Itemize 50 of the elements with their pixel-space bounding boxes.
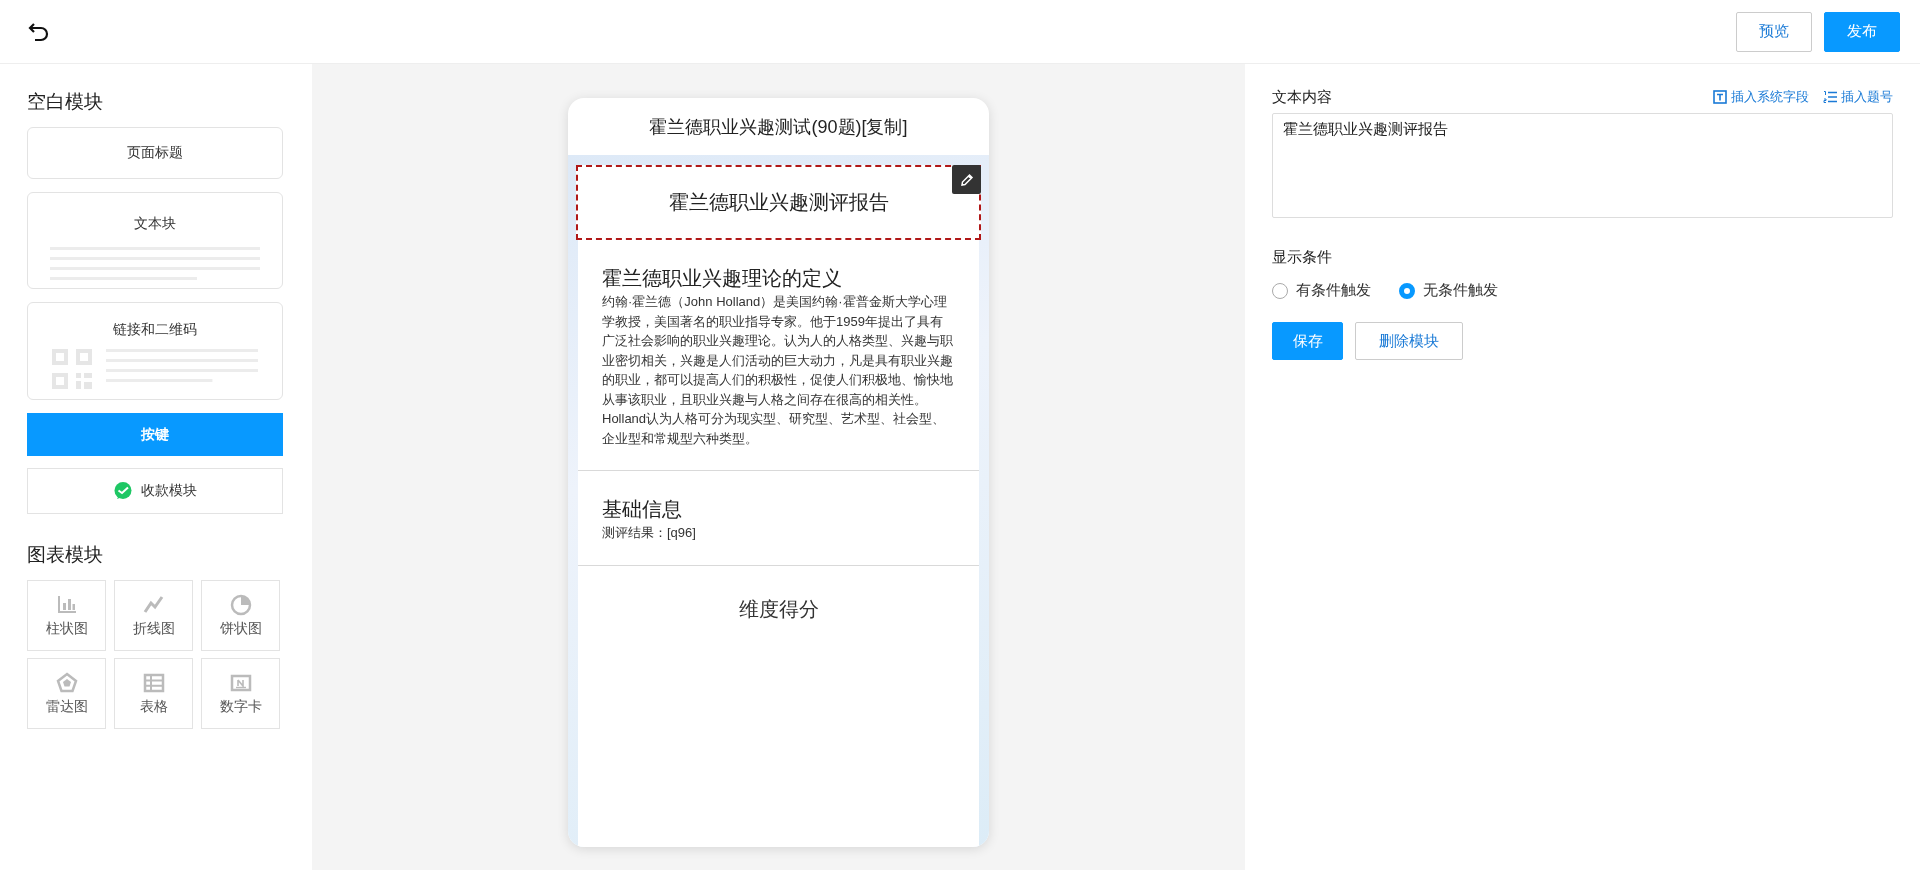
chart-title: 维度得分 (738, 596, 819, 622)
qr-code-icon (52, 349, 92, 389)
module-label: 文本块 (134, 215, 176, 233)
table-icon (141, 671, 166, 695)
preview-title: 霍兰德职业兴趣测试(90题)[复制] (648, 115, 909, 139)
tile-label: 雷达图 (45, 698, 88, 716)
payment-module[interactable]: 收款模块 (27, 468, 283, 514)
back-icon[interactable] (28, 20, 50, 43)
block-body: 约翰·霍兰德（John Holland）是美国约翰·霍普金斯大学心理学教授，美国著名的职业指导专家。他于1959年提出了具有广泛社会影响的职业兴趣理论。认为人的人格类型、兴趣与职业密切相关，兴趣是人们活动的巨大动力，凡是具有职业兴趣的职业，都可以提高人们的积极性，促使人们积极地、愉快地从事该职业，且职业兴趣与人格之间存在很高的相关性。Holland认为人格可分为现实型、研究型、艺术型、社会型、企业型和常规型六种类型。 (602, 293, 954, 448)
report-title-block[interactable]: 霍兰德职业兴趣测评报告 (576, 165, 981, 240)
block-heading: 霍兰德职业兴趣理论的定义 (602, 266, 843, 291)
link-qr-module[interactable]: 链接和二维码 (27, 302, 283, 400)
module-label: 链接和二维码 (113, 321, 197, 339)
text-block-module[interactable]: 文本块 (27, 192, 283, 289)
insert-number-link[interactable]: 插入题号 (1823, 88, 1893, 106)
tile-label: 饼状图 (219, 620, 262, 638)
chart-module-tile[interactable]: 表格 (114, 658, 193, 729)
delete-module-button[interactable]: 删除模块 (1355, 322, 1463, 360)
tile-label: 数字卡 (219, 698, 262, 716)
chat-check-icon (113, 481, 133, 501)
chart-module-tile[interactable]: 折线图 (114, 580, 193, 651)
module-label: 收款模块 (141, 482, 197, 500)
numbered-list-icon (1823, 90, 1837, 104)
chart-module-tile[interactable]: 数字卡 (201, 658, 280, 729)
report-title: 霍兰德职业兴趣测评报告 (668, 190, 889, 215)
radio-option[interactable]: 无条件触发 (1399, 281, 1498, 300)
radio-button[interactable] (1399, 282, 1415, 299)
preview-button[interactable]: 预览 (1736, 11, 1812, 52)
section-heading: 空白模块 (27, 90, 104, 114)
radio-button[interactable] (1272, 282, 1288, 299)
chart-module-tile[interactable]: 柱状图 (27, 580, 106, 651)
pencil-icon (959, 172, 974, 187)
page-title-module[interactable]: 页面标题 (27, 127, 283, 179)
text-content-field[interactable]: 霍兰德职业兴趣测评报告 (1272, 113, 1893, 218)
chart-module-tile[interactable]: 饼状图 (201, 580, 280, 651)
chart-module-tile[interactable]: 雷达图 (27, 658, 106, 729)
edit-button[interactable] (952, 165, 981, 194)
section-heading: 图表模块 (27, 543, 104, 567)
pie-chart-icon (228, 593, 253, 617)
block-body: 测评结果：[q96] (602, 524, 697, 542)
text-field-icon (1713, 90, 1727, 104)
block-heading: 基础信息 (602, 497, 683, 522)
field-label: 文本内容 (1272, 87, 1332, 107)
tile-label: 表格 (139, 698, 168, 716)
tile-label: 柱状图 (45, 620, 88, 638)
pentagon-icon (54, 671, 79, 695)
tile-label: 折线图 (132, 620, 175, 638)
radio-option[interactable]: 有条件触发 (1272, 281, 1371, 300)
insert-field-link[interactable]: 插入系统字段 (1713, 88, 1809, 106)
field-label: 显示条件 (1272, 248, 1333, 267)
